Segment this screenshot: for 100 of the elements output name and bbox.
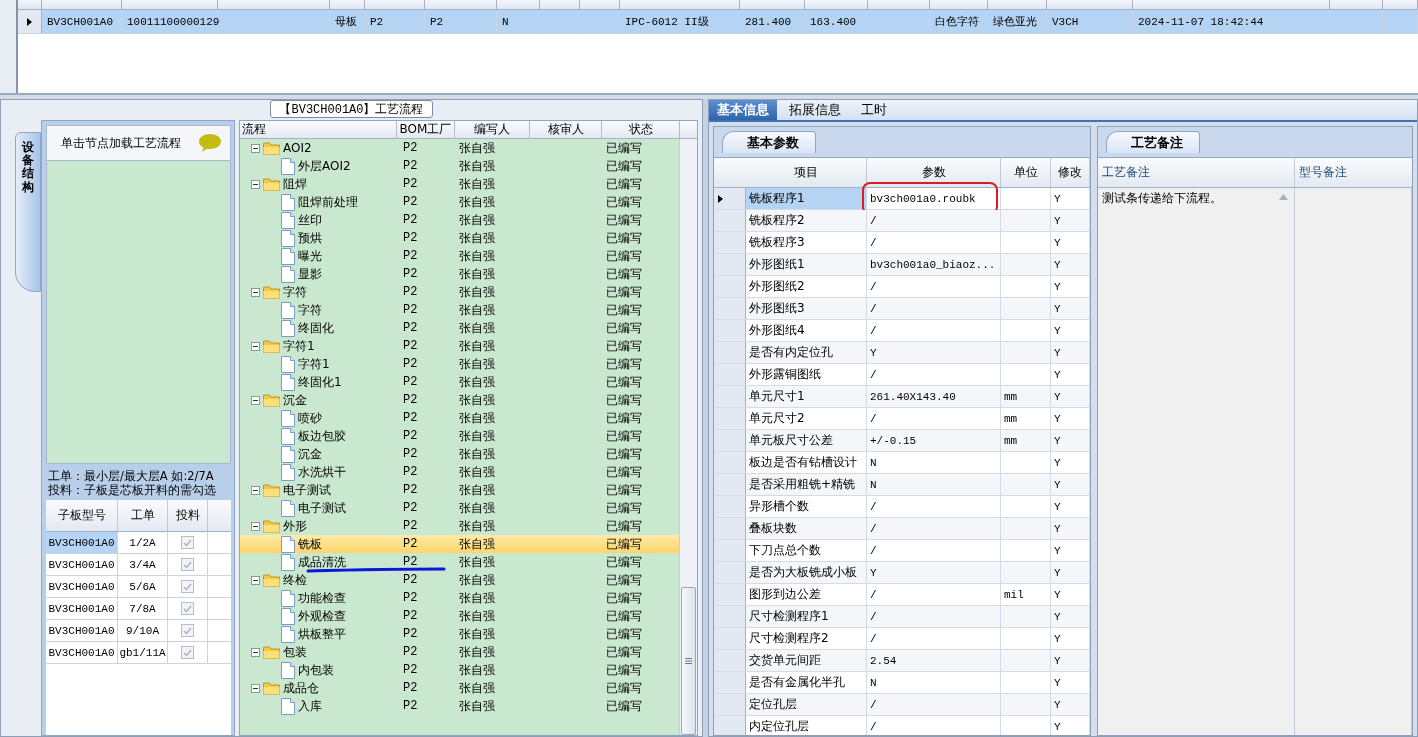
column-header[interactable]: 单位 <box>1001 158 1051 187</box>
grid-row[interactable]: 铣板程序2 / Y <box>714 210 1090 232</box>
tree-row[interactable]: 包装 P2 张自强 已编写 <box>240 643 679 661</box>
table-cell[interactable]: BV3CH001A0 <box>46 642 118 663</box>
grid-row[interactable]: 外形图纸3 / Y <box>714 298 1090 320</box>
grid-row[interactable]: 图形到边公差 / mil Y <box>714 584 1090 606</box>
row-header[interactable] <box>714 188 746 209</box>
tree-row[interactable]: 曝光 P2 张自强 已编写 <box>240 247 679 265</box>
tree-row[interactable]: 字符1 P2 张自强 已编写 <box>240 337 679 355</box>
grid-row[interactable]: 外形图纸1 bv3ch001a0_biaoz... Y <box>714 254 1090 276</box>
grid-row[interactable]: 定位孔层 / Y <box>714 694 1090 716</box>
tree-row[interactable]: 终固化1 P2 张自强 已编写 <box>240 373 679 391</box>
table-cell[interactable]: BV3CH001A0 <box>46 598 118 619</box>
collapse-icon[interactable] <box>251 395 260 405</box>
grid-row[interactable]: 尺寸检测程序1 / Y <box>714 606 1090 628</box>
grid-row[interactable]: 异形槽个数 / Y <box>714 496 1090 518</box>
grid-row[interactable]: 是否有内定位孔 Y Y <box>714 342 1090 364</box>
tree-row[interactable]: 丝印 P2 张自强 已编写 <box>240 211 679 229</box>
grid-row[interactable]: 叠板块数 / Y <box>714 518 1090 540</box>
grid-row[interactable]: 是否有金属化半孔 N Y <box>714 672 1090 694</box>
collapse-icon[interactable] <box>251 287 260 297</box>
tab[interactable]: 拓展信息 <box>781 100 849 120</box>
tree-row[interactable]: 字符1 P2 张自强 已编写 <box>240 355 679 373</box>
grid-row[interactable]: 外形露铜图纸 / Y <box>714 364 1090 386</box>
grid-row[interactable]: 铣板程序3 / Y <box>714 232 1090 254</box>
column-header[interactable]: 子板型号 <box>46 500 118 531</box>
table-cell[interactable]: BV3CH001A0 <box>46 532 118 553</box>
column-header[interactable]: 投料 <box>168 500 208 531</box>
checkbox[interactable] <box>181 558 194 571</box>
table-cell[interactable]: BV3CH001A0 <box>46 620 118 641</box>
column-header[interactable]: 项目 <box>746 158 867 187</box>
panel-tab[interactable]: 工艺备注 <box>1106 131 1200 153</box>
note-area[interactable]: 测试条传递给下流程。 <box>1098 188 1295 735</box>
tree-row[interactable]: 喷砂 P2 张自强 已编写 <box>240 409 679 427</box>
collapse-icon[interactable] <box>251 521 260 531</box>
column-header[interactable]: 流程 <box>240 121 397 138</box>
checkbox[interactable] <box>181 602 194 615</box>
tab[interactable]: 工时 <box>853 100 895 120</box>
column-header[interactable]: 型号备注 <box>1295 158 1412 187</box>
grid-row[interactable]: 内定位孔层 / Y <box>714 716 1090 735</box>
column-header[interactable]: 工单 <box>118 500 168 531</box>
grid-row[interactable]: 下刀点总个数 / Y <box>714 540 1090 562</box>
grid-row[interactable]: 是否为大板铣成小板 Y Y <box>714 562 1090 584</box>
scroll-up-icon[interactable] <box>1279 194 1288 200</box>
tree-row[interactable]: AOI2 P2 张自强 已编写 <box>240 139 679 157</box>
grid-row[interactable]: 单元板尺寸公差 +/-0.15 mm Y <box>714 430 1090 452</box>
checkbox[interactable] <box>181 646 194 659</box>
tree-row[interactable]: 字符 P2 张自强 已编写 <box>240 301 679 319</box>
column-header[interactable]: 参数 <box>867 158 1001 187</box>
grip-icon[interactable] <box>685 658 692 664</box>
tree-row[interactable]: 水洗烘干 P2 张自强 已编写 <box>240 463 679 481</box>
tree-row[interactable]: 沉金 P2 张自强 已编写 <box>240 391 679 409</box>
tree-row[interactable]: 终固化 P2 张自强 已编写 <box>240 319 679 337</box>
checkbox[interactable] <box>181 624 194 637</box>
grid-row[interactable]: 单元尺寸1 261.40X143.40 mm Y <box>714 386 1090 408</box>
collapse-icon[interactable] <box>251 647 260 657</box>
column-header[interactable]: 状态 <box>602 121 680 138</box>
tree-row[interactable]: 成品仓 P2 张自强 已编写 <box>240 679 679 697</box>
grid-row[interactable]: 是否采用粗铣+精铣 N Y <box>714 474 1090 496</box>
panel-tab[interactable]: 基本参数 <box>722 131 816 153</box>
grid-row[interactable]: 单元尺寸2 / mm Y <box>714 408 1090 430</box>
tree-row[interactable]: 入库 P2 张自强 已编写 <box>240 697 679 715</box>
column-header[interactable]: 修改 <box>1051 158 1090 187</box>
tree-row[interactable]: 终检 P2 张自强 已编写 <box>240 571 679 589</box>
tree-row[interactable]: 板边包胶 P2 张自强 已编写 <box>240 427 679 445</box>
side-tab[interactable]: 设备结构 <box>15 132 41 292</box>
tree-row[interactable]: 字符 P2 张自强 已编写 <box>240 283 679 301</box>
collapse-icon[interactable] <box>251 143 260 153</box>
checkbox[interactable] <box>181 580 194 593</box>
collapse-icon[interactable] <box>251 179 260 189</box>
tree-row[interactable]: 阻焊前处理 P2 张自强 已编写 <box>240 193 679 211</box>
column-header[interactable]: 工艺备注 <box>1098 158 1295 187</box>
tree-row[interactable]: 电子测试 P2 张自强 已编写 <box>240 499 679 517</box>
grid-row[interactable]: 板边是否有钻槽设计 N Y <box>714 452 1090 474</box>
tree-row[interactable]: 功能检查 P2 张自强 已编写 <box>240 589 679 607</box>
tree-row[interactable]: 沉金 P2 张自强 已编写 <box>240 445 679 463</box>
tree-row[interactable]: 预烘 P2 张自强 已编写 <box>240 229 679 247</box>
tab[interactable]: 基本信息 <box>709 100 777 120</box>
tree-row[interactable]: 内包装 P2 张自强 已编写 <box>240 661 679 679</box>
grid-row[interactable]: BV3CH001A0 10011100000129 母板 P2 P2 N IPC-6012 II级 281.400 163.400 白色字符 绿色亚光 V3CH 2024-11-07 18:42:44 <box>18 10 1418 34</box>
grid-row[interactable]: 尺寸检测程序2 / Y <box>714 628 1090 650</box>
grid-row[interactable]: 外形图纸4 / Y <box>714 320 1090 342</box>
tree-row[interactable]: 铣板 P2 张自强 已编写 <box>240 535 679 553</box>
checkbox[interactable] <box>181 536 194 549</box>
note-area[interactable] <box>1295 188 1412 735</box>
tree-row[interactable]: 成品清洗 P2 张自强 已编写 <box>240 553 679 571</box>
collapse-icon[interactable] <box>251 683 260 693</box>
collapse-icon[interactable] <box>251 575 260 585</box>
table-cell[interactable]: BV3CH001A0 <box>46 554 118 575</box>
tree-row[interactable]: 外观检查 P2 张自强 已编写 <box>240 607 679 625</box>
tree-row[interactable]: 电子测试 P2 张自强 已编写 <box>240 481 679 499</box>
collapse-icon[interactable] <box>251 485 260 495</box>
collapse-icon[interactable] <box>251 341 260 351</box>
tree-row[interactable]: 外层AOI2 P2 张自强 已编写 <box>240 157 679 175</box>
grid-row[interactable]: 外形图纸2 / Y <box>714 276 1090 298</box>
table-cell[interactable]: BV3CH001A0 <box>46 576 118 597</box>
tree-row[interactable]: 阻焊 P2 张自强 已编写 <box>240 175 679 193</box>
grid-row[interactable]: 交货单元间距 2.54 Y <box>714 650 1090 672</box>
column-header[interactable]: 编写人 <box>455 121 530 138</box>
tree-row[interactable]: 烘板整平 P2 张自强 已编写 <box>240 625 679 643</box>
